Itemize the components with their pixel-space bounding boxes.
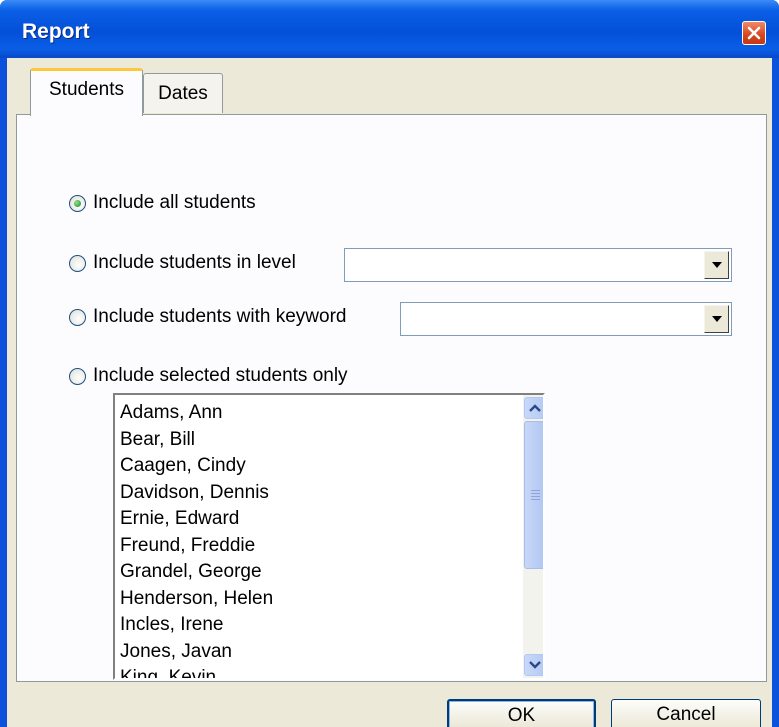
option-selected-students-only-label: Include selected students only [93, 365, 348, 386]
list-item[interactable]: King, Kevin [120, 665, 273, 678]
list-item[interactable]: Davidson, Dennis [120, 480, 273, 507]
grip-line [531, 493, 540, 494]
tab-students-label: Students [49, 79, 124, 100]
cancel-button[interactable]: Cancel [611, 699, 761, 727]
list-item[interactable]: Grandel, George [120, 559, 273, 586]
window-title: Report [22, 20, 90, 43]
tab-students[interactable]: Students [30, 68, 143, 116]
report-dialog: Report Students Dates Include all studen… [0, 0, 779, 727]
grip-line [531, 499, 540, 500]
keyword-dropdown-button[interactable] [704, 305, 729, 333]
chevron-down-icon [712, 316, 722, 322]
grip-line [531, 490, 540, 491]
option-students-with-keyword-label: Include students with keyword [93, 306, 347, 327]
grip-line [531, 496, 540, 497]
dialog-body: Students Dates Include all students Incl… [7, 58, 772, 727]
list-item[interactable]: Freund, Freddie [120, 533, 273, 560]
keyword-combobox[interactable] [400, 302, 732, 336]
list-item[interactable]: Incles, Irene [120, 612, 273, 639]
scroll-up-button[interactable] [524, 397, 543, 419]
chevron-up-icon [529, 404, 541, 412]
close-button[interactable] [742, 21, 766, 45]
chevron-down-icon [529, 661, 541, 669]
radio-all-students[interactable] [69, 195, 86, 212]
list-item[interactable]: Adams, Ann [120, 400, 273, 427]
vertical-scrollbar[interactable] [523, 395, 543, 678]
level-dropdown-button[interactable] [704, 251, 729, 279]
list-item[interactable]: Jones, Javan [120, 639, 273, 666]
option-students-in-level-label: Include students in level [93, 252, 296, 273]
students-list: Adams, Ann Bear, Bill Caagen, Cindy Davi… [120, 400, 273, 678]
chevron-down-icon [712, 262, 722, 268]
close-icon [747, 26, 761, 40]
students-tab-panel: Include all students Include students in… [16, 114, 767, 682]
list-item[interactable]: Caagen, Cindy [120, 453, 273, 480]
list-item[interactable]: Ernie, Edward [120, 506, 273, 533]
scroll-down-button[interactable] [524, 654, 543, 676]
radio-selected-students-only[interactable] [69, 368, 86, 385]
scrollbar-thumb[interactable] [524, 421, 543, 569]
level-combobox[interactable] [344, 248, 732, 282]
option-all-students-label: Include all students [93, 192, 256, 213]
title-bar[interactable]: Report [0, 0, 779, 58]
list-item[interactable]: Henderson, Helen [120, 586, 273, 613]
tab-dates-label: Dates [158, 83, 208, 104]
radio-students-in-level[interactable] [69, 255, 86, 272]
students-listbox[interactable]: Adams, Ann Bear, Bill Caagen, Cindy Davi… [113, 393, 545, 680]
radio-students-with-keyword[interactable] [69, 309, 86, 326]
ok-button[interactable]: OK [447, 699, 596, 727]
list-item[interactable]: Bear, Bill [120, 427, 273, 454]
tab-dates[interactable]: Dates [143, 73, 223, 113]
